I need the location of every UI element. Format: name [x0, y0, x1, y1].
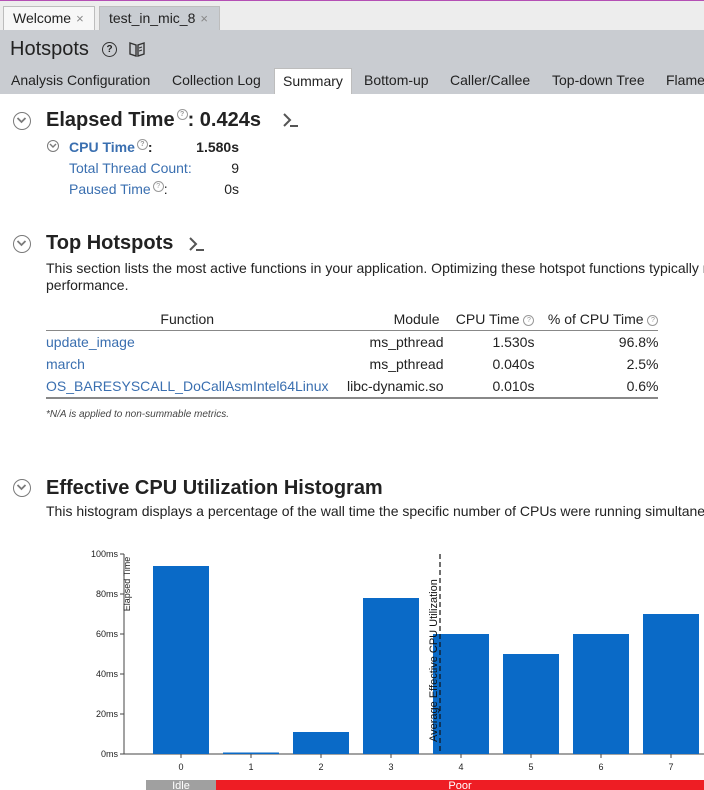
histogram-bar: [153, 566, 209, 754]
tab-caller-callee[interactable]: Caller/Callee: [450, 69, 530, 94]
help-icon[interactable]: ?: [647, 314, 659, 326]
x-tick-label: 6: [598, 762, 603, 772]
function-link[interactable]: OS_BARESYSCALL_DoCallAsmIntel64Linux: [46, 375, 329, 399]
analysis-header: Hotspots ? Analysis Configuration Collec…: [0, 30, 704, 94]
doc-tab-welcome[interactable]: Welcome ×: [3, 6, 95, 30]
doc-tab-label: Welcome: [13, 10, 72, 26]
function-link[interactable]: update_image: [46, 331, 328, 354]
hotspots-description-cont: performance.: [46, 277, 129, 293]
y-tick-label: 80ms: [96, 589, 119, 599]
histogram-bar: [293, 732, 349, 754]
cpu-time-cell: 0.040s: [492, 356, 535, 372]
histogram-bar: [433, 634, 489, 754]
metric-paused-time[interactable]: Paused Time?:: [69, 181, 168, 197]
module-cell: libc-dynamic.so: [328, 375, 444, 399]
elapsed-time-value: : 0.424s: [187, 109, 261, 131]
utilization-band-label: Poor: [448, 780, 472, 790]
x-tick-label: 1: [248, 762, 253, 772]
y-tick-label: 60ms: [96, 629, 119, 639]
x-tick-label: 5: [528, 762, 533, 772]
histogram-heading: Effective CPU Utilization Histogram: [46, 477, 383, 499]
table-row: OS_BARESYSCALL_DoCallAsmIntel64Linux lib…: [46, 375, 659, 399]
module-cell: ms_pthread: [369, 356, 444, 372]
book-icon[interactable]: [128, 40, 146, 58]
elapsed-time-label: Elapsed Time: [46, 109, 175, 131]
tab-flame[interactable]: Flame: [666, 69, 704, 94]
metric-label: Paused Time: [69, 181, 151, 197]
y-tick-label: 40ms: [96, 669, 119, 679]
metric-value: 9: [231, 160, 239, 176]
histogram-bar: [643, 614, 699, 754]
doc-tab-test-in-mic-8[interactable]: test_in_mic_8 ×: [99, 6, 220, 30]
table-row: march ms_pthread 0.040s 2.5%: [46, 353, 658, 375]
x-tick-label: 0: [178, 762, 183, 772]
x-tick-label: 3: [388, 762, 393, 772]
table-row: update_image ms_pthread 1.530s 96.8%: [46, 331, 658, 354]
page-title: Hotspots: [10, 38, 89, 60]
column-header-pct-cpu-time[interactable]: % of CPU Time ?: [534, 308, 659, 331]
histogram-bar: [573, 634, 629, 754]
metric-total-thread-count[interactable]: Total Thread Count:: [69, 160, 192, 176]
table-header-row: Function Module CPU Time ? % of CPU Time…: [46, 308, 659, 331]
module-cell: ms_pthread: [369, 334, 444, 350]
y-tick-label: 20ms: [96, 709, 119, 719]
collapse-elapsed-icon[interactable]: [13, 112, 31, 130]
y-axis-title: Elapsed Time: [122, 557, 132, 612]
na-note: *N/A is applied to non-summable metrics.: [46, 409, 230, 420]
column-header-function[interactable]: Function: [46, 308, 329, 331]
tab-analysis-configuration[interactable]: Analysis Configuration: [11, 69, 150, 94]
cpu-time-cell: 0.010s: [443, 375, 535, 399]
tab-top-down-tree[interactable]: Top-down Tree: [552, 69, 645, 94]
utilization-band-label: Idle: [172, 780, 190, 790]
average-utilization-label: Average Effective CPU Utilization: [428, 579, 440, 742]
pct-cell: 2.5%: [626, 356, 659, 372]
tab-bottom-up[interactable]: Bottom-up: [364, 69, 429, 94]
metric-value: 0s: [224, 181, 239, 197]
tab-collection-log[interactable]: Collection Log: [172, 69, 261, 94]
x-tick-label: 7: [668, 762, 673, 772]
column-header-cpu-time[interactable]: CPU Time ?: [443, 308, 535, 331]
expand-cpu-time-icon[interactable]: [47, 140, 59, 152]
close-icon[interactable]: ×: [200, 11, 208, 26]
y-tick-label: 100ms: [91, 549, 119, 559]
pct-cell: 96.8%: [618, 334, 659, 350]
doc-tab-label: test_in_mic_8: [109, 10, 196, 26]
view-tabs: Analysis Configuration Collection Log Su…: [0, 68, 704, 94]
help-icon[interactable]: ?: [136, 139, 148, 150]
collapse-histogram-icon[interactable]: [13, 479, 31, 497]
help-icon[interactable]: ?: [176, 109, 188, 120]
function-link[interactable]: march: [46, 353, 328, 375]
histogram-description: This histogram displays a percentage of …: [46, 503, 704, 519]
top-hotspots-heading: Top Hotspots: [46, 232, 174, 254]
column-label: % of CPU Time: [547, 311, 644, 327]
elapsed-time-heading: Elapsed Time?: 0.424s: [46, 109, 261, 132]
pct-cell: 0.6%: [534, 375, 659, 399]
x-tick-label: 2: [318, 762, 323, 772]
x-tick-label: 4: [458, 762, 463, 772]
close-icon[interactable]: ×: [76, 11, 84, 26]
histogram-bar: [223, 752, 279, 754]
help-icon[interactable]: ?: [102, 42, 117, 57]
hotspots-table: Function Module CPU Time ? % of CPU Time…: [46, 308, 659, 399]
drilldown-arrow-icon[interactable]: [282, 112, 300, 128]
metric-label: CPU Time: [69, 139, 135, 155]
column-header-module[interactable]: Module: [328, 308, 444, 331]
metric-value: 1.580s: [196, 139, 239, 155]
tab-summary[interactable]: Summary: [274, 68, 352, 94]
help-icon[interactable]: ?: [523, 314, 535, 326]
collapse-hotspots-icon[interactable]: [13, 235, 31, 253]
cpu-time-cell: 1.530s: [492, 334, 535, 350]
help-icon[interactable]: ?: [152, 181, 164, 192]
metric-cpu-time[interactable]: CPU Time?:: [69, 139, 153, 155]
column-label: CPU Time: [455, 311, 520, 327]
drilldown-arrow-icon[interactable]: [188, 236, 206, 252]
hotspots-description: This section lists the most active funct…: [46, 260, 704, 276]
histogram-bar: [363, 598, 419, 754]
histogram-bar: [503, 654, 559, 754]
y-tick-label: 0ms: [101, 749, 119, 759]
cpu-utilization-histogram: 0ms 20ms 40ms 60ms 80ms 100msElapsed Time 0 1 2 3…: [91, 549, 704, 790]
